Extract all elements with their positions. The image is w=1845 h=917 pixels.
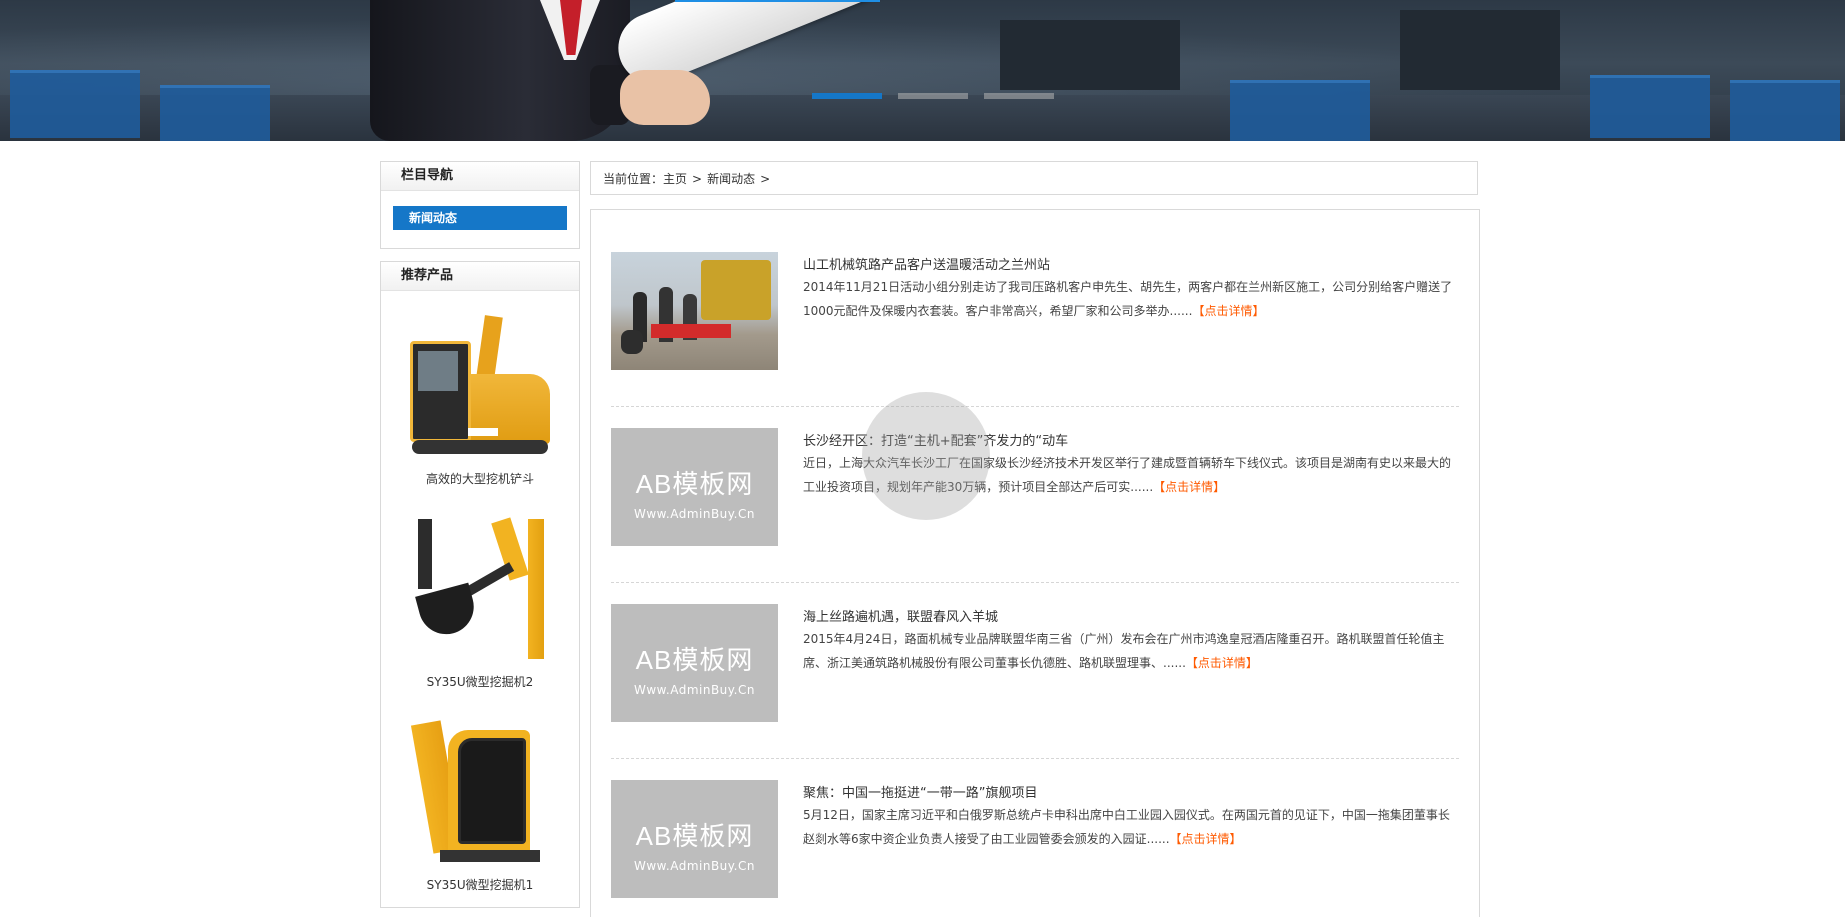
photo-person (621, 330, 643, 354)
placeholder-url-text: Www.AdminBuy.Cn (634, 683, 755, 697)
breadcrumb: 当前位置：主页 > 新闻动态 > (590, 161, 1478, 195)
news-summary: 2014年11月21日活动小组分别走访了我司压路机客户申先生、胡先生，两客户都在… (803, 275, 1459, 323)
news-summary-text: 2015年4月24日，路面机械专业品牌联盟华南三省（广州）发布会在广州市鸿逸皇冠… (803, 632, 1445, 670)
excavator-base (440, 850, 540, 862)
banner-machine (1400, 10, 1560, 90)
excavator-window (418, 351, 458, 391)
product-image[interactable] (410, 517, 550, 659)
banner-bin (1730, 80, 1840, 141)
read-more-link[interactable]: 【点击详情】 (1170, 832, 1242, 846)
placeholder-logo-text: AB模板网 (635, 645, 754, 675)
placeholder-logo-text: AB模板网 (635, 821, 754, 851)
slider-dot-2[interactable] (898, 93, 968, 99)
watermark-seal (862, 392, 990, 520)
news-thumbnail[interactable]: AB模板网 Www.AdminBuy.Cn (611, 604, 778, 722)
placeholder-url-text: Www.AdminBuy.Cn (634, 507, 755, 521)
banner-bin (10, 70, 140, 138)
news-item: AB模板网 Www.AdminBuy.Cn 海上丝路遍机遇，联盟春风入羊城 20… (611, 562, 1459, 759)
category-nav-panel: 栏目导航 新闻动态 (380, 161, 580, 249)
breadcrumb-home-link[interactable]: 主页 (663, 172, 687, 186)
recommended-products-panel: 推荐产品 高效的大型挖机铲斗 SY35U微型挖掘机2 SY35U微型挖掘机1 (380, 261, 580, 908)
product-card[interactable]: SY35U微型挖掘机1 (381, 720, 579, 893)
product-name[interactable]: SY35U微型挖掘机1 (381, 876, 579, 893)
banner-machine (1000, 20, 1180, 90)
product-card[interactable]: SY35U微型挖掘机2 (381, 517, 579, 690)
product-name[interactable]: 高效的大型挖机铲斗 (381, 470, 579, 487)
news-title[interactable]: 山工机械筑路产品客户送温暖活动之兰州站 (803, 254, 1050, 273)
banner-bin (160, 85, 270, 141)
news-thumbnail[interactable]: AB模板网 Www.AdminBuy.Cn (611, 780, 778, 898)
photo-machine (701, 260, 771, 320)
banner-floor (0, 95, 1845, 141)
news-summary: 2015年4月24日，路面机械专业品牌联盟华南三省（广州）发布会在广州市鸿逸皇冠… (803, 627, 1459, 675)
excavator-window (458, 738, 526, 844)
news-summary: 5月12日，国家主席习近平和白俄罗斯总统卢卡申科出席中白工业园入园仪式。在两国元… (803, 803, 1459, 851)
news-item: AB模板网 Www.AdminBuy.Cn 聚焦：中国一拖挺进“一带一路”旗舰项… (611, 738, 1459, 914)
category-nav-title: 栏目导航 (381, 162, 579, 191)
nav-item-news[interactable]: 新闻动态 (393, 206, 567, 230)
breadcrumb-separator: > (692, 172, 703, 186)
hero-banner (0, 0, 1845, 141)
product-name[interactable]: SY35U微型挖掘机2 (381, 673, 579, 690)
recommended-products-title: 推荐产品 (381, 262, 579, 291)
read-more-link[interactable]: 【点击详情】 (1153, 480, 1225, 494)
slider-dot-1[interactable] (812, 93, 882, 99)
excavator-arm (418, 519, 432, 589)
news-thumbnail[interactable] (611, 252, 778, 370)
news-title[interactable]: 聚焦：中国一拖挺进“一带一路”旗舰项目 (803, 782, 1037, 801)
read-more-link[interactable]: 【点击详情】 (1192, 304, 1264, 318)
breadcrumb-prefix: 当前位置： (603, 172, 664, 186)
slider-pagination (812, 93, 1054, 99)
read-more-link[interactable]: 【点击详情】 (1186, 656, 1258, 670)
breadcrumb-separator: > (760, 172, 771, 186)
banner-hand (620, 70, 710, 125)
news-item: 山工机械筑路产品客户送温暖活动之兰州站 2014年11月21日活动小组分别走访了… (611, 210, 1459, 407)
placeholder-url-text: Www.AdminBuy.Cn (634, 859, 755, 873)
news-title[interactable]: 海上丝路遍机遇，联盟春风入羊城 (803, 606, 998, 625)
excavator-decal (468, 428, 498, 436)
breadcrumb-news-link[interactable]: 新闻动态 (707, 172, 755, 186)
news-thumbnail[interactable]: AB模板网 Www.AdminBuy.Cn (611, 428, 778, 546)
news-list: 山工机械筑路产品客户送温暖活动之兰州站 2014年11月21日活动小组分别走访了… (590, 209, 1480, 917)
excavator-track (412, 440, 548, 454)
excavator-link (465, 562, 515, 596)
excavator-bucket (415, 582, 480, 641)
slider-dot-3[interactable] (984, 93, 1054, 99)
news-summary-text: 2014年11月21日活动小组分别走访了我司压路机客户申先生、胡先生，两客户都在… (803, 280, 1453, 318)
photo-banner (651, 324, 731, 338)
news-item: AB模板网 Www.AdminBuy.Cn 长沙经开区：打造“主机+配套”齐发力… (611, 386, 1459, 583)
product-image[interactable] (410, 720, 550, 862)
placeholder-logo-text: AB模板网 (635, 469, 754, 499)
banner-bin (1590, 75, 1710, 138)
nav-active-underline (675, 0, 880, 2)
product-card[interactable]: 高效的大型挖机铲斗 (381, 315, 579, 487)
banner-bin (1230, 80, 1370, 141)
news-summary-text: 5月12日，国家主席习近平和白俄罗斯总统卢卡申科出席中白工业园入园仪式。在两国元… (803, 808, 1450, 846)
product-image[interactable] (410, 315, 550, 456)
excavator-boom (528, 519, 544, 659)
